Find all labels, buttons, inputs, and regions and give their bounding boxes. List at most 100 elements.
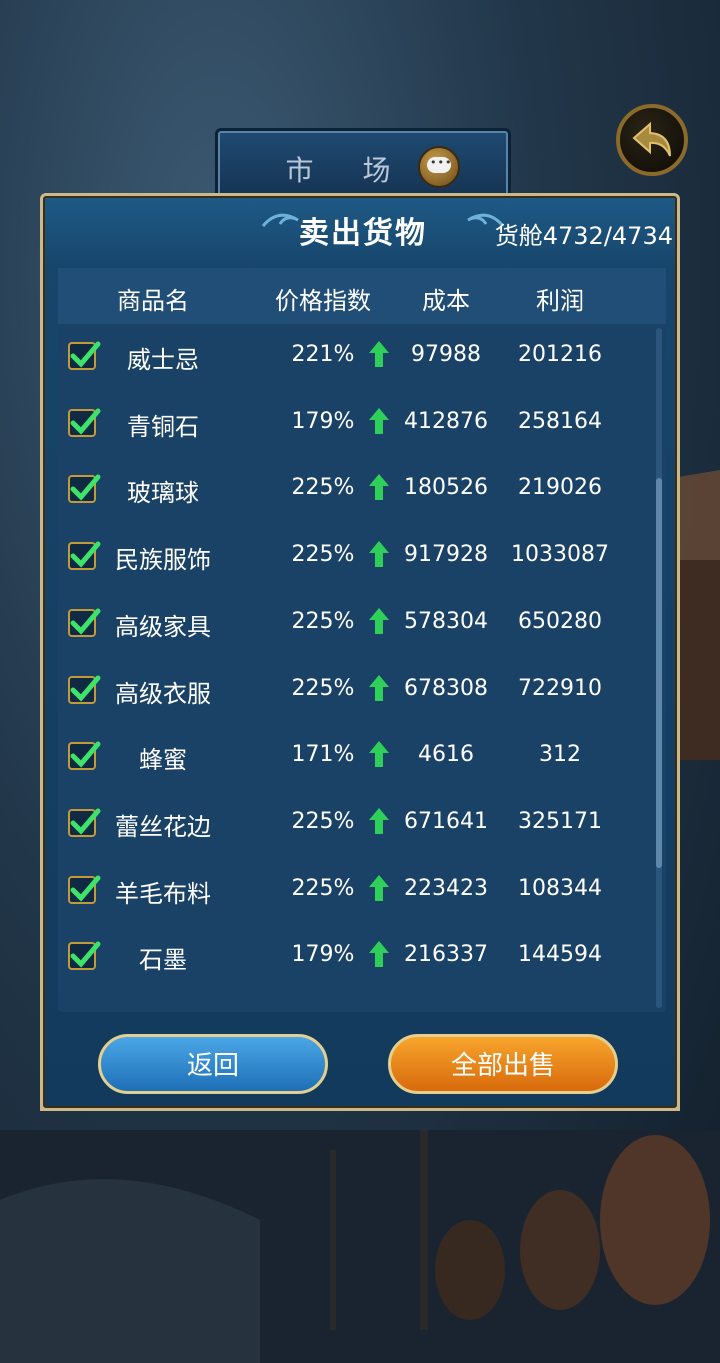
select-checkbox[interactable] (68, 741, 101, 771)
table-header: 商品名 价格指数 成本 利润 (58, 268, 666, 324)
goods-name: 民族服饰 (115, 546, 211, 575)
checkmark-icon (70, 675, 101, 702)
trend-up-arrow-icon (369, 607, 389, 634)
cost-value: 412876 (404, 408, 488, 434)
profit-value: 1033087 (511, 542, 609, 568)
chat-bubble-icon[interactable] (418, 146, 460, 188)
profit-value: 144594 (518, 942, 602, 968)
sell-all-button-label: 全部出售 (450, 1051, 555, 1081)
select-checkbox[interactable] (68, 408, 101, 437)
price-index: 179% (291, 942, 355, 968)
return-arrow-icon (632, 121, 671, 157)
panel-corner-ornament (40, 1082, 69, 1111)
table-row[interactable]: 蕾丝花边 225% 671641 325171 (58, 793, 654, 859)
goods-name: 威士忌 (127, 346, 199, 374)
back-button-label: 返回 (186, 1051, 239, 1081)
profit-value: 312 (539, 742, 581, 768)
goods-table: 商品名 价格指数 成本 利润 威士忌 221% 97988 201216 青铜石 179%… (58, 268, 666, 1012)
select-checkbox[interactable] (68, 875, 101, 904)
select-checkbox[interactable] (68, 675, 101, 704)
price-index: 221% (291, 342, 355, 367)
cost-value: 578304 (404, 608, 488, 634)
checkmark-icon (70, 608, 101, 635)
profit-value: 201216 (518, 342, 602, 367)
profit-value: 219026 (518, 475, 602, 501)
goods-name: 蕾丝花边 (115, 812, 211, 841)
table-row[interactable]: 蜂蜜 171% 4616 312 (58, 726, 654, 792)
market-title: 市 场 (285, 154, 411, 187)
profit-value: 722910 (518, 675, 602, 701)
column-header-profit: 利润 (536, 287, 584, 315)
select-checkbox[interactable] (68, 808, 101, 837)
trend-up-arrow-icon (369, 341, 389, 367)
trend-up-arrow-icon (369, 674, 389, 701)
cost-value: 4616 (418, 742, 474, 768)
checkmark-icon (70, 474, 101, 502)
back-button[interactable]: 返回 (98, 1034, 328, 1094)
price-index: 225% (291, 608, 355, 634)
table-row[interactable]: 高级衣服 225% 678308 722910 (58, 660, 654, 726)
checkmark-icon (70, 875, 101, 902)
goods-name: 石墨 (139, 946, 187, 975)
goods-name: 青铜石 (127, 412, 199, 441)
scrollbar-thumb[interactable] (656, 478, 662, 868)
column-header-name: 商品名 (117, 287, 189, 315)
select-checkbox[interactable] (68, 608, 101, 637)
goods-name: 高级衣服 (115, 679, 211, 708)
table-row[interactable]: 青铜石 179% 412876 258164 (58, 393, 654, 459)
trend-up-arrow-icon (369, 474, 389, 501)
trend-up-arrow-icon (369, 874, 389, 901)
cost-value: 917928 (404, 542, 488, 568)
price-index: 225% (291, 808, 355, 834)
goods-name: 玻璃球 (127, 479, 199, 508)
price-index: 225% (291, 542, 355, 568)
profit-value: 325171 (518, 808, 602, 834)
price-index: 171% (291, 742, 355, 768)
table-row[interactable]: 高级家具 225% 578304 650280 (58, 593, 654, 659)
checkmark-icon (70, 408, 101, 435)
goods-name: 高级家具 (115, 612, 211, 641)
goods-name: 蜂蜜 (139, 746, 187, 775)
panel-corner-ornament (651, 1082, 680, 1111)
market-header: 市 场 (215, 128, 511, 202)
price-index: 225% (291, 675, 355, 701)
return-button[interactable] (616, 104, 688, 176)
profit-value: 650280 (518, 608, 602, 634)
trend-up-arrow-icon (369, 407, 389, 434)
scrollbar[interactable] (656, 328, 662, 1008)
cost-value: 671641 (404, 808, 488, 834)
trend-up-arrow-icon (369, 941, 389, 968)
table-row[interactable]: 玻璃球 225% 180526 219026 (58, 459, 654, 525)
profit-value: 258164 (518, 408, 602, 434)
select-checkbox[interactable] (68, 474, 101, 504)
cost-value: 678308 (404, 675, 488, 701)
sell-all-button[interactable]: 全部出售 (388, 1034, 618, 1094)
table-row[interactable]: 石墨 179% 216337 144594 (58, 926, 654, 992)
table-row[interactable]: 威士忌 221% 97988 201216 (58, 326, 654, 392)
price-index: 225% (291, 875, 355, 901)
trend-up-arrow-icon (369, 741, 389, 768)
price-index: 179% (291, 408, 355, 434)
checkmark-icon (70, 941, 101, 968)
select-checkbox[interactable] (68, 941, 101, 971)
cargo-capacity: 货舱4732/4734 (494, 222, 673, 250)
cost-value: 216337 (404, 942, 488, 968)
cost-value: 97988 (411, 342, 481, 367)
column-header-price-index: 价格指数 (275, 287, 371, 315)
table-row[interactable]: 民族服饰 225% 917928 1033087 (58, 526, 654, 592)
price-index: 225% (291, 475, 355, 501)
checkmark-icon (70, 741, 101, 768)
goods-name: 羊毛布料 (115, 879, 211, 908)
trend-up-arrow-icon (369, 807, 389, 834)
column-header-cost: 成本 (422, 287, 470, 315)
checkmark-icon (70, 541, 101, 568)
checkmark-icon (70, 808, 101, 835)
select-checkbox[interactable] (68, 541, 101, 571)
select-checkbox[interactable] (68, 341, 101, 370)
trend-up-arrow-icon (369, 541, 389, 568)
cost-value: 223423 (404, 875, 488, 901)
table-row[interactable]: 羊毛布料 225% 223423 108344 (58, 860, 654, 926)
profit-value: 108344 (518, 875, 602, 901)
sell-goods-panel: 卖出货物 货舱4732/4734 商品名 价格指数 成本 利润 威士忌 221% 9… (40, 193, 680, 1111)
cost-value: 180526 (404, 475, 488, 501)
